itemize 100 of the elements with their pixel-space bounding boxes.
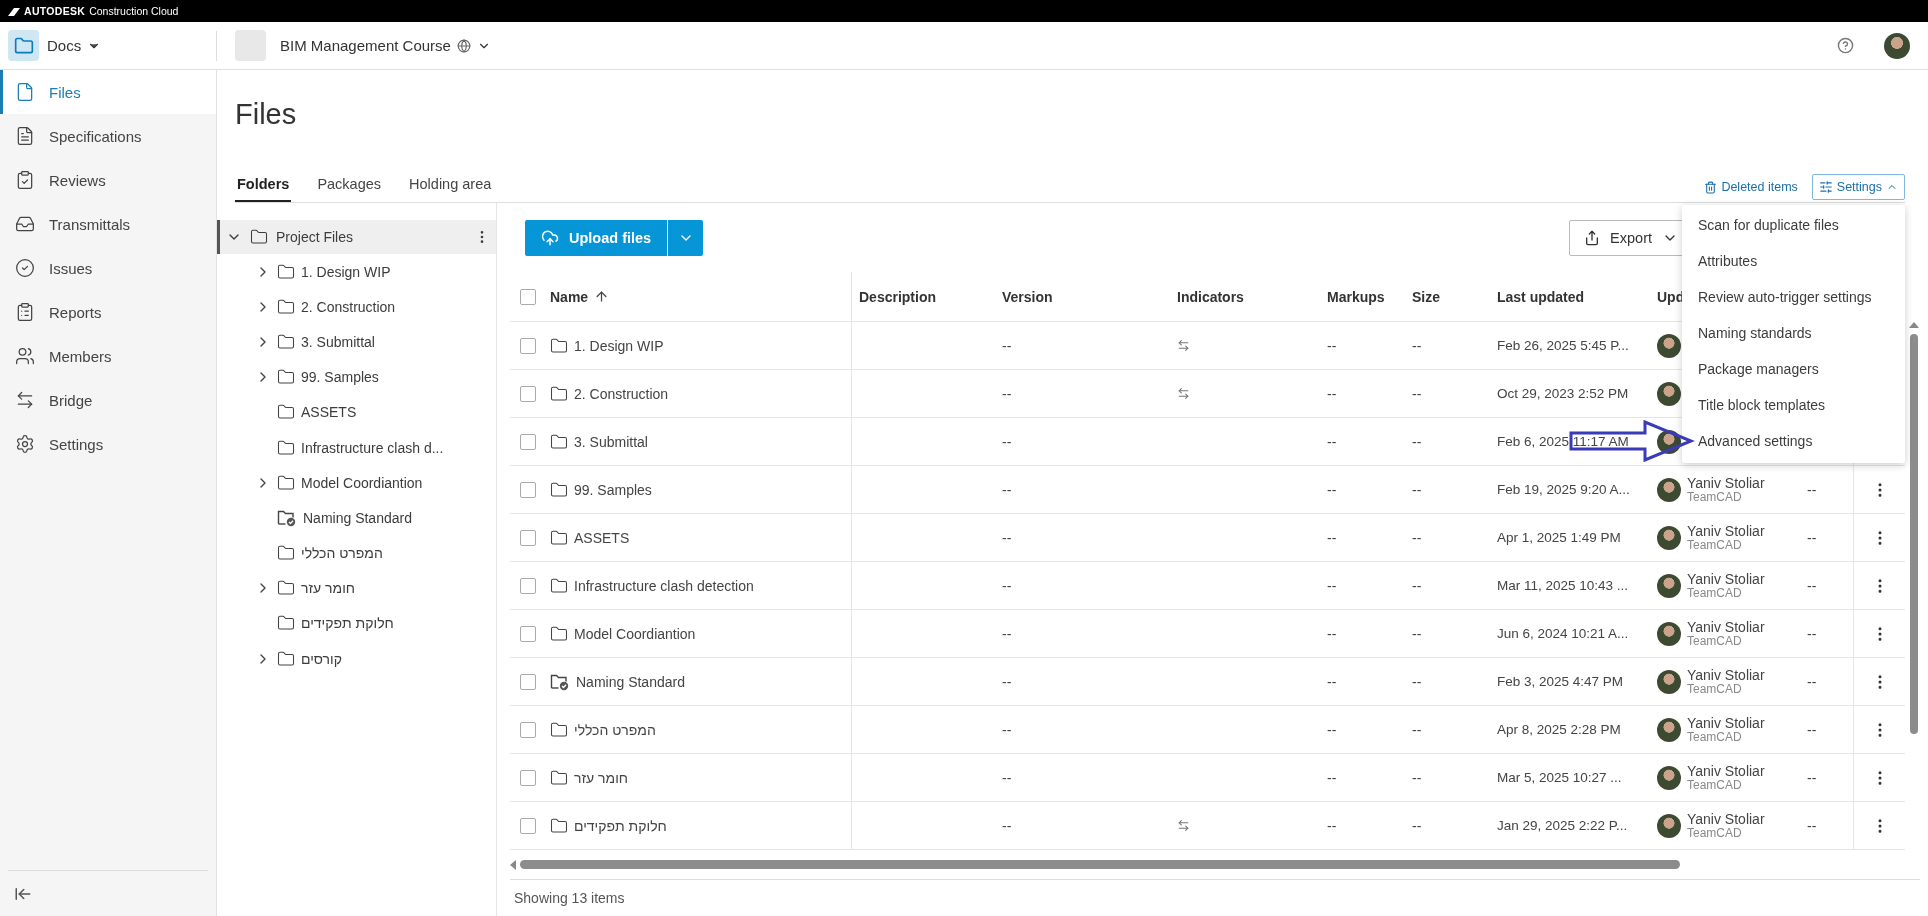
menu-item[interactable]: Naming standards <box>1682 315 1905 351</box>
trash-icon[interactable] <box>1704 180 1718 194</box>
tree-item[interactable]: 99. Samples <box>217 359 496 395</box>
tree-label[interactable]: 2. Construction <box>301 298 396 315</box>
settings-button[interactable]: Settings <box>1811 174 1905 200</box>
menu-item[interactable]: Package managers <box>1682 351 1905 387</box>
sidebar-item[interactable]: Reviews <box>0 158 216 202</box>
inbox-icon[interactable] <box>15 214 35 234</box>
column-header[interactable]: Last updated <box>1497 288 1585 305</box>
tree-item[interactable]: Project Files <box>217 220 496 254</box>
cloud-upload-icon[interactable] <box>541 228 559 247</box>
checkbox[interactable] <box>520 385 536 402</box>
scroll-up-icon[interactable] <box>1908 322 1919 328</box>
upload-menu-button[interactable] <box>667 219 704 256</box>
menu-item[interactable]: Advanced settings <box>1682 423 1905 459</box>
tab[interactable]: Packages <box>315 176 384 202</box>
sidebar-item[interactable]: Reports <box>0 290 216 334</box>
tree-label[interactable]: Project Files <box>276 229 354 245</box>
column-header[interactable]: Version <box>1002 288 1053 305</box>
file-name[interactable]: Infrastructure clash detection <box>574 577 754 594</box>
tree-label[interactable]: 99. Samples <box>301 369 379 386</box>
file-icon[interactable] <box>15 82 35 102</box>
column-header[interactable]: Size <box>1412 288 1440 305</box>
company-name: TeamCAD <box>1687 682 1743 697</box>
file-name[interactable]: 1. Design WIP <box>574 337 664 354</box>
checkbox[interactable] <box>520 673 536 690</box>
module-dropdown[interactable]: Docs <box>47 37 102 54</box>
tree-item[interactable]: 3. Submittal <box>217 324 496 360</box>
scroll-left-icon[interactable] <box>510 859 516 870</box>
tree-label[interactable]: 3. Submittal <box>301 333 375 350</box>
markups-cell: -- <box>1327 577 1337 594</box>
tree-label[interactable]: 1. Design WIP <box>301 263 391 280</box>
sidebar-item[interactable]: Files <box>0 70 216 114</box>
clipboard-check-icon[interactable] <box>15 170 35 190</box>
share-icon[interactable] <box>1584 229 1601 246</box>
sidebar-item[interactable]: Settings <box>0 422 216 466</box>
tree-item[interactable]: Model Coordiantion <box>217 465 496 501</box>
tree-label[interactable]: המפרט הכללי <box>301 545 383 562</box>
column-header[interactable]: Name <box>550 288 589 305</box>
tree-label[interactable]: Naming Standard <box>303 509 412 526</box>
checkbox[interactable] <box>520 529 536 546</box>
clipboard-icon[interactable] <box>15 302 35 322</box>
checkbox[interactable] <box>520 337 536 354</box>
tree-label[interactable]: Infrastructure clash d... <box>301 439 444 456</box>
file-name[interactable]: חלוקת תפקידים <box>574 817 667 834</box>
user-avatar[interactable] <box>1884 32 1910 59</box>
sidebar-item[interactable]: Specifications <box>0 114 216 158</box>
checkbox[interactable] <box>520 817 536 834</box>
menu-item[interactable]: Title block templates <box>1682 387 1905 423</box>
checkbox[interactable] <box>520 721 536 738</box>
file-name[interactable]: ASSETS <box>574 529 630 546</box>
tree-label[interactable]: חלוקת תפקידים <box>301 615 394 632</box>
sliders-icon[interactable] <box>1818 180 1833 194</box>
people-icon[interactable] <box>15 346 35 366</box>
tree-item[interactable]: המפרט הכללי <box>217 535 496 571</box>
checkbox[interactable] <box>520 769 536 786</box>
tree-item[interactable]: חומר עזר <box>217 570 496 606</box>
file-name[interactable]: חומר עזר <box>574 769 628 786</box>
tree-item[interactable]: Naming Standard <box>217 500 496 536</box>
tree-label[interactable]: ASSETS <box>301 404 357 421</box>
project-dropdown[interactable]: BIM Management Course <box>280 37 491 54</box>
arrows-icon[interactable] <box>15 390 35 410</box>
file-name[interactable]: 99. Samples <box>574 481 652 498</box>
checkbox[interactable] <box>520 481 536 498</box>
file-name[interactable]: 2. Construction <box>574 385 669 402</box>
column-header[interactable]: Indicators <box>1177 288 1244 305</box>
tree-label[interactable]: Model Coordiantion <box>301 474 423 491</box>
tree-item[interactable]: חלוקת תפקידים <box>217 605 496 642</box>
file-name[interactable]: 3. Submittal <box>574 433 648 450</box>
column-header[interactable]: Markups <box>1327 288 1385 305</box>
file-name[interactable]: Naming Standard <box>576 673 685 690</box>
tree-item[interactable]: ASSETS <box>217 394 496 430</box>
settings-icon[interactable] <box>15 434 35 454</box>
check-circle-icon[interactable] <box>15 258 35 278</box>
file-name[interactable]: Model Coordiantion <box>574 625 696 642</box>
sidebar-item[interactable]: Issues <box>0 246 216 290</box>
tree-label[interactable]: קורסים <box>301 650 342 667</box>
checkbox[interactable] <box>520 433 536 450</box>
tree-item[interactable]: Infrastructure clash d... <box>217 429 496 466</box>
markups-cell: -- <box>1327 625 1337 642</box>
folder-icon <box>550 816 568 835</box>
tree-item[interactable]: 2. Construction <box>217 289 496 325</box>
file-name[interactable]: המפרט הכללי <box>574 721 656 738</box>
column-header[interactable]: Description <box>859 288 936 305</box>
folder-icon <box>277 614 295 633</box>
tree-item[interactable]: קורסים <box>217 641 496 677</box>
deleted-items-link[interactable]: Deleted items <box>1704 180 1798 194</box>
tab[interactable]: Holding area <box>407 176 494 202</box>
tab[interactable]: Folders <box>235 176 292 202</box>
help-icon[interactable] <box>1837 37 1854 54</box>
document-icon[interactable] <box>15 126 35 146</box>
menu-item[interactable]: Review auto-trigger settings <box>1682 279 1905 315</box>
checkbox[interactable] <box>520 625 536 642</box>
sidebar-item[interactable]: Transmittals <box>0 202 216 246</box>
checkbox[interactable] <box>520 577 536 594</box>
tree-item[interactable]: 1. Design WIP <box>217 254 496 290</box>
sidebar-item[interactable]: Members <box>0 334 216 378</box>
tree-label[interactable]: חומר עזר <box>301 580 355 597</box>
sidebar-item[interactable]: Bridge <box>0 378 216 422</box>
checkbox[interactable] <box>520 288 536 305</box>
